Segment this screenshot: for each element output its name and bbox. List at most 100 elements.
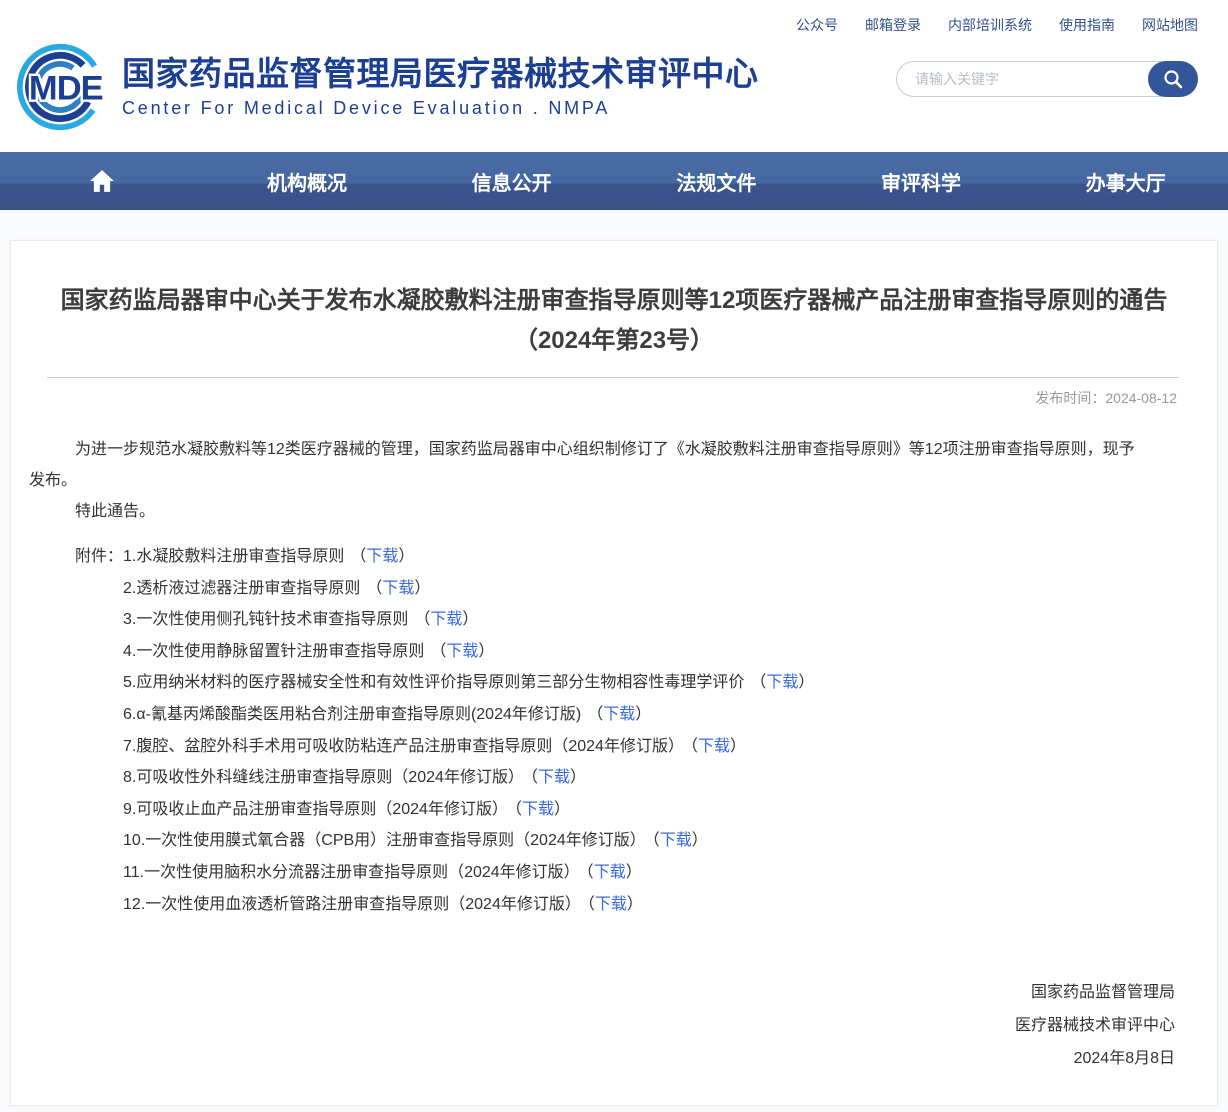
attachment-item: 5.应用纳米材料的医疗器械安全性和有效性评价指导原则第三部分生物相容性毒理学评价… [123,667,814,699]
attachment-item: 7.腹腔、盆腔外科手术用可吸收防粘连产品注册审查指导原则（2024年修订版） （下… [123,731,814,763]
paren-close: ） [478,643,494,660]
attachment-title: 12.一次性使用血液透析管路注册审查指导原则（2024年修订版） [123,896,581,913]
attachment-item: 8.可吸收性外科缝线注册审查指导原则（2024年修订版） （下载） [123,762,814,794]
paren-open: （ [652,832,660,849]
attachment-item: 1.水凝胶敷料注册审查指导原则 （下载） [123,541,814,573]
download-link[interactable]: 下载 [766,674,798,691]
paren-close: ） [398,548,414,565]
title-divider [47,377,1179,378]
paren-open: （ [414,611,430,628]
nav-item[interactable]: 办事大厅 [1023,152,1228,210]
home-icon [89,169,115,193]
attachment-item: 3.一次性使用侧孔钝针技术审查指导原则 （下载） [123,604,814,636]
download-link[interactable]: 下载 [446,643,478,660]
download-link[interactable]: 下载 [603,706,635,723]
attachments-list: 1.水凝胶敷料注册审查指导原则（下载）2.透析液过滤器注册审查指导原则（下载）3… [123,541,814,920]
download-link[interactable]: 下载 [698,738,730,755]
paren-open: （ [366,580,382,597]
search-icon [1162,68,1184,90]
logo-text: 国家药品监督管理局医疗器械技术审评中心 Center For Medical D… [122,55,759,119]
main-nav: 机构概况信息公开法规文件审评科学办事大厅 [0,152,1228,210]
paren-close: ） [554,801,570,818]
attachments-label: 附件： [29,541,123,920]
attachment-item: 11.一次性使用脑积水分流器注册审查指导原则（2024年修订版） （下载） [123,857,814,889]
attachment-title: 2.透析液过滤器注册审查指导原则 [123,580,360,597]
header-main: MDE 国家药品监督管理局医疗器械技术审评中心 Center For Medic… [0,35,1228,133]
attachment-title: 3.一次性使用侧孔钝针技术审查指导原则 [123,611,408,628]
signature-block: 国家药品监督管理局 医疗器械技术审评中心 2024年8月8日 [11,976,1175,1075]
site-logo[interactable]: MDE 国家药品监督管理局医疗器械技术审评中心 Center For Medic… [14,41,759,133]
download-link[interactable]: 下载 [538,769,570,786]
paren-open: （ [530,769,538,786]
cmde-logo-icon: MDE [14,41,110,133]
signature-org-line2: 医疗器械技术审评中心 [11,1009,1175,1042]
download-link[interactable]: 下载 [430,611,462,628]
download-link[interactable]: 下载 [522,801,554,818]
paren-open: （ [750,674,766,691]
attachment-title: 1.水凝胶敷料注册审查指导原则 [123,548,344,565]
attachment-title: 9.可吸收止血产品注册审查指导原则（2024年修订版） [123,801,508,818]
nav-item[interactable]: 审评科学 [819,152,1024,210]
site-header: 公众号 邮箱登录 内部培训系统 使用指南 网站地图 MDE 国家药品监督管理局医疗器械技… [0,0,1228,152]
paren-open: （ [350,548,366,565]
article-card: 国家药监局器审中心关于发布水凝胶敷料注册审查指导原则等12项医疗器械产品注册审查… [10,240,1218,1106]
publish-date-label: 发布时间： [1035,390,1105,406]
attachment-title: 10.一次性使用膜式氧合器（CPB用）注册审查指导原则（2024年修订版） [123,832,646,849]
attachment-title: 6.α-氰基丙烯酸酯类医用粘合剂注册审查指导原则(2024年修订版) [123,706,581,723]
signature-org-line1: 国家药品监督管理局 [11,976,1175,1009]
attachment-item: 4.一次性使用静脉留置针注册审查指导原则 （下载） [123,636,814,668]
article-body: 为进一步规范水凝胶敷料等12类医疗器械的管理，国家药监局器审中心组织制修订了《水… [29,434,1147,920]
attachment-title: 7.腹腔、盆腔外科手术用可吸收防粘连产品注册审查指导原则（2024年修订版） [123,738,684,755]
paren-open: （ [587,706,603,723]
publish-date-line: 发布时间：2024-08-12 [51,388,1177,408]
nav-home[interactable] [0,152,205,210]
quick-link[interactable]: 内部培训系统 [948,15,1032,35]
signature-date: 2024年8月8日 [11,1042,1175,1075]
nav-item[interactable]: 法规文件 [614,152,819,210]
quick-link[interactable]: 公众号 [796,15,838,35]
quick-links: 公众号 邮箱登录 内部培训系统 使用指南 网站地图 [0,0,1228,35]
attachment-title: 4.一次性使用静脉留置针注册审查指导原则 [123,643,424,660]
paren-open: （ [430,643,446,660]
paren-close: ） [730,738,746,755]
paren-close: ） [570,769,586,786]
quick-link[interactable]: 网站地图 [1142,15,1198,35]
paren-open: （ [587,896,595,913]
quick-link[interactable]: 使用指南 [1059,15,1115,35]
quick-link[interactable]: 邮箱登录 [865,15,921,35]
paren-close: ） [626,864,642,881]
attachment-item: 6.α-氰基丙烯酸酯类医用粘合剂注册审查指导原则(2024年修订版) （下载） [123,699,814,731]
attachment-item: 12.一次性使用血液透析管路注册审查指导原则（2024年修订版） （下载） [123,889,814,921]
download-link[interactable]: 下载 [594,864,626,881]
nav-item[interactable]: 机构概况 [205,152,410,210]
paren-close: ） [414,580,430,597]
paragraph-intro: 为进一步规范水凝胶敷料等12类医疗器械的管理，国家药监局器审中心组织制修订了《水… [29,434,1147,496]
site-title-cn: 国家药品监督管理局医疗器械技术审评中心 [122,55,759,93]
download-link[interactable]: 下载 [660,832,692,849]
attachment-title: 5.应用纳米材料的医疗器械安全性和有效性评价指导原则第三部分生物相容性毒理学评价 [123,674,744,691]
attachment-item: 2.透析液过滤器注册审查指导原则 （下载） [123,573,814,605]
paragraph-notice: 特此通告。 [29,496,1147,527]
attachment-item: 9.可吸收止血产品注册审查指导原则（2024年修订版） （下载） [123,794,814,826]
page-title: 国家药监局器审中心关于发布水凝胶敷料注册审查指导原则等12项医疗器械产品注册审查… [47,281,1181,361]
attachments-section: 附件： 1.水凝胶敷料注册审查指导原则（下载）2.透析液过滤器注册审查指导原则（… [29,541,1147,920]
attachment-item: 10.一次性使用膜式氧合器（CPB用）注册审查指导原则（2024年修订版） （下载… [123,825,814,857]
paren-open: （ [586,864,594,881]
attachment-title: 8.可吸收性外科缝线注册审查指导原则（2024年修订版） [123,769,524,786]
paren-close: ） [635,706,651,723]
site-title-en: Center For Medical Device Evaluation . N… [122,98,759,119]
paren-close: ） [627,896,643,913]
search-button[interactable] [1148,61,1198,97]
paren-open: （ [690,738,698,755]
paren-close: ） [462,611,478,628]
publish-date-value: 2024-08-12 [1105,390,1177,406]
attachment-title: 11.一次性使用脑积水分流器注册审查指导原则（2024年修订版） [123,864,580,881]
download-link[interactable]: 下载 [595,896,627,913]
content-background: 国家药监局器审中心关于发布水凝胶敷料注册审查指导原则等12项医疗器械产品注册审查… [0,210,1228,1112]
paren-open: （ [514,801,522,818]
download-link[interactable]: 下载 [366,548,398,565]
download-link[interactable]: 下载 [382,580,414,597]
nav-item[interactable]: 信息公开 [409,152,614,210]
paren-close: ） [798,674,814,691]
logo-acronym: MDE [29,69,103,107]
